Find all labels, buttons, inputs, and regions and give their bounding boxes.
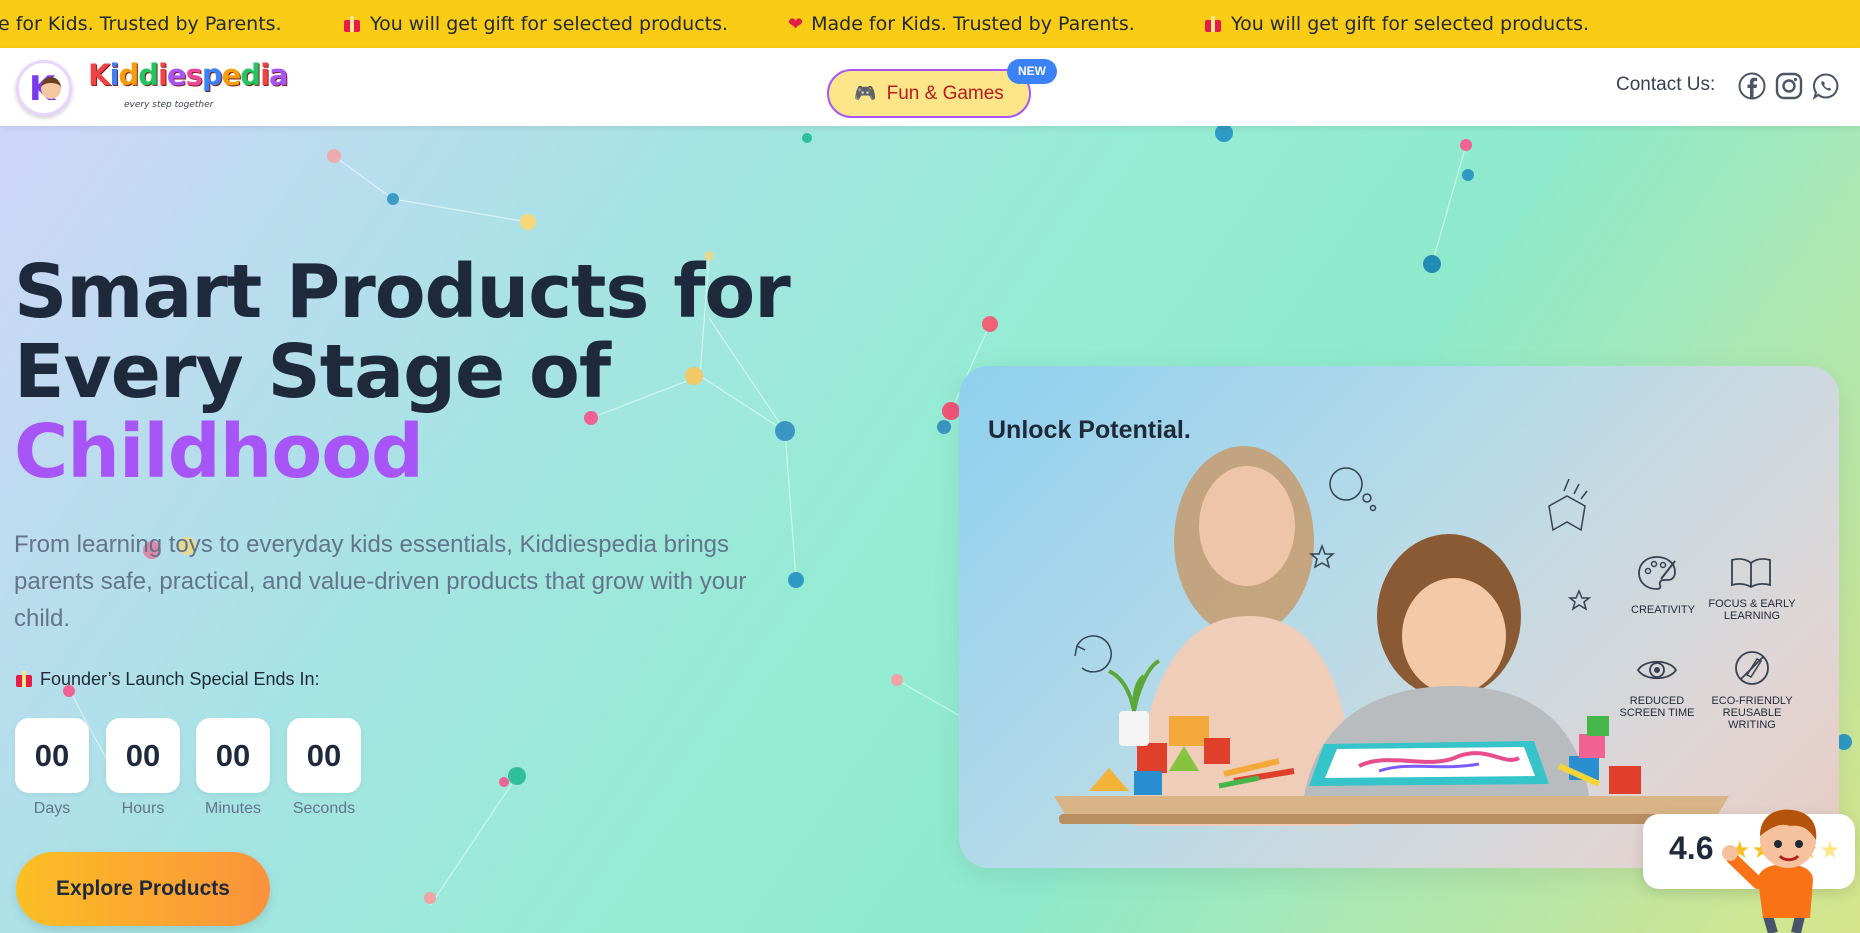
facebook-icon[interactable]	[1738, 72, 1766, 100]
gift-icon	[16, 669, 32, 687]
contact-label: Contact Us:	[1616, 74, 1716, 95]
countdown-days-value: 00	[15, 718, 89, 793]
announcement-item: e for Kids. Trusted by Parents.	[0, 0, 282, 48]
headline-line-1: Smart Products for	[14, 249, 791, 335]
feature-label-eco: Eco-Friendly Reusable Writing	[1711, 695, 1793, 731]
logo-letter: a	[269, 58, 289, 92]
headline-accent: Childhood	[14, 409, 424, 495]
countdown-minutes-value: 00	[196, 718, 270, 793]
logo-badge[interactable]: K	[16, 60, 72, 116]
announcement-item: You will get gift for selected products.	[1205, 0, 1589, 48]
eco-pen-icon	[1735, 651, 1769, 685]
new-badge: NEW	[1007, 59, 1057, 84]
logo-letter: i	[157, 58, 168, 92]
countdown-seconds-value: 00	[287, 718, 361, 793]
logo-letter: i	[260, 58, 270, 92]
launch-label-text: Founder’s Launch Special Ends In:	[40, 669, 320, 689]
eye-icon	[1636, 660, 1678, 680]
headline-line-2: Every Stage of	[14, 329, 611, 415]
instagram-icon[interactable]	[1775, 72, 1803, 100]
promo-card: Unlock Potential. Creativity Focus & Ear…	[959, 366, 1839, 868]
logo-wordmark[interactable]: Kiddiespedia	[88, 58, 289, 98]
rating-value: 4.6	[1669, 830, 1714, 866]
hero-subtext: From learning toys to everyday kids esse…	[14, 531, 747, 632]
announcement-item: ❤ Made for Kids. Trusted by Parents.	[788, 0, 1135, 48]
logo-child-icon	[41, 77, 61, 99]
gift-icon	[1205, 14, 1221, 32]
site-header: K Kiddiespedia every step together 🎮 Fun …	[0, 48, 1860, 126]
feature-label-focus: Focus & Early Learning	[1708, 598, 1796, 622]
countdown-hours-value: 00	[106, 718, 180, 793]
announcement-text: You will get gift for selected products.	[370, 13, 729, 35]
feature-label-screen-time: Reduced Screen Time	[1619, 695, 1695, 719]
logo-tagline: every step together	[124, 100, 214, 110]
boy-mascot-illustration	[1722, 809, 1817, 933]
gamepad-icon: 🎮	[854, 83, 877, 103]
announcement-bar: e for Kids. Trusted by Parents. You will…	[0, 0, 1860, 48]
announcement-text: You will get gift for selected products.	[1231, 13, 1590, 35]
explore-products-button[interactable]: Explore Products	[16, 852, 270, 926]
fun-games-label: Fun & Games	[886, 83, 1004, 104]
hero-headline: Smart Products for Every Stage of Childh…	[14, 249, 791, 495]
logo-letter: e	[166, 58, 187, 92]
gift-icon	[344, 14, 360, 32]
launch-countdown-label: Founder’s Launch Special Ends In:	[16, 669, 320, 690]
logo-letter: p	[201, 58, 223, 92]
palette-icon	[1638, 556, 1676, 590]
logo-letter: d	[138, 58, 159, 92]
countdown-hours-label: Hours	[121, 800, 165, 817]
countdown-seconds-label: Seconds	[292, 800, 356, 817]
logo-letter: d	[118, 58, 139, 92]
logo-letter: s	[185, 58, 203, 92]
countdown-days-label: Days	[33, 800, 71, 817]
countdown-minutes-label: Minutes	[204, 800, 262, 817]
announcement-item: You will get gift for selected products.	[344, 0, 728, 48]
promo-card-title: Unlock Potential.	[988, 416, 1191, 444]
announcement-text: e for Kids. Trusted by Parents.	[0, 13, 282, 35]
announcement-text: Made for Kids. Trusted by Parents.	[811, 13, 1135, 35]
feature-label-creativity: Creativity	[1631, 604, 1695, 616]
logo-letter: K	[88, 58, 111, 92]
logo-letter: d	[240, 58, 261, 92]
fun-games-button[interactable]: 🎮 Fun & Games	[827, 69, 1031, 118]
hero-section: Smart Products for Every Stage of Childh…	[0, 126, 1860, 933]
logo-letter: e	[221, 58, 242, 92]
whatsapp-icon[interactable]	[1812, 72, 1840, 100]
heart-icon: ❤	[788, 14, 804, 35]
book-icon	[1731, 558, 1771, 589]
